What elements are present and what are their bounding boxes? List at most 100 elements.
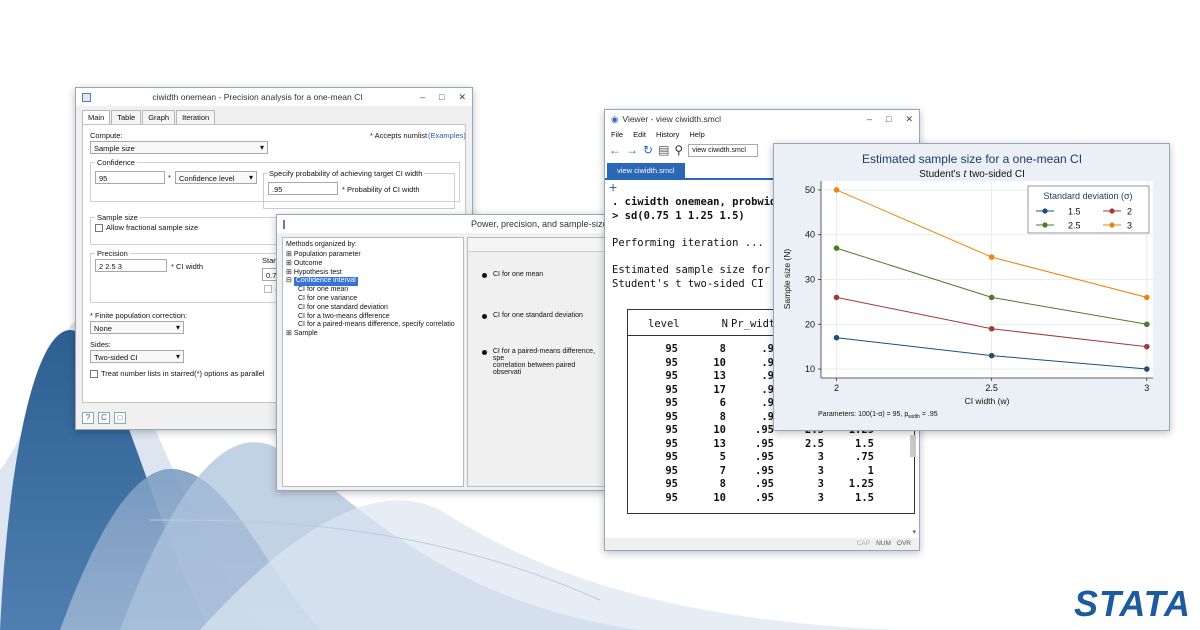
confidence-level-select[interactable]: Confidence level <box>175 171 257 184</box>
tree-node[interactable]: ⊞ Outcome <box>286 260 460 269</box>
chart-subtitle: Student's t two-sided CI <box>919 169 1025 180</box>
minimize-icon[interactable]: – <box>420 92 425 103</box>
table-cell: .9 <box>761 343 774 355</box>
compute-select[interactable]: Sample size <box>90 141 268 154</box>
search-icon[interactable]: ⚲ <box>674 143 683 157</box>
scroll-down-icon[interactable]: ▾ <box>912 528 916 536</box>
option-label: correlation between paired observati <box>492 362 576 376</box>
option-ci-paired[interactable]: CI for a paired-means difference, spe co… <box>482 348 604 376</box>
tree-node-label: Outcome <box>293 259 323 267</box>
compute-label: Compute: <box>90 131 123 140</box>
tab-graph[interactable]: Graph <box>142 110 176 124</box>
tree-node[interactable]: CI for a paired-means difference, specif… <box>286 321 460 330</box>
table-cell: .95 <box>755 464 774 477</box>
iteration-text: Performing iteration ... <box>612 237 764 249</box>
chart-svg: Estimated sample size for a one-mean CI … <box>782 152 1153 420</box>
table-cell: 2.5 <box>805 437 824 450</box>
url-input[interactable]: view ciwidth.smcl <box>688 143 759 157</box>
option-label: CI for one standard deviation <box>493 312 583 319</box>
fpc-select[interactable]: None <box>90 321 184 334</box>
confidence-input[interactable]: 95 <box>95 171 165 184</box>
print-icon[interactable]: ▤ <box>658 143 669 157</box>
legend-swatch-marker <box>1109 208 1115 214</box>
confidence-group-label: Confidence <box>95 158 137 167</box>
tree-node-label: Sample <box>293 330 318 338</box>
tab-iteration[interactable]: Iteration <box>176 110 216 124</box>
forward-arrow-icon[interactable]: → <box>626 143 638 157</box>
status-ovr: OVR <box>896 540 911 547</box>
stage: ciwidth onemean - Precision analysis for… <box>0 0 1200 630</box>
sides-select[interactable]: Two-sided CI <box>90 350 184 363</box>
precision-input[interactable]: 2 2.5 3 <box>95 259 167 272</box>
legend-title: Standard deviation (σ) <box>1043 191 1132 201</box>
table-cell: 8 <box>719 343 726 355</box>
app-icon <box>283 219 285 229</box>
back-arrow-icon[interactable]: ← <box>609 143 621 157</box>
expand-icon[interactable]: ⊞ <box>286 251 294 258</box>
table-cell: .9 <box>761 383 774 396</box>
tree-node[interactable]: ⊞ Sample <box>286 330 460 339</box>
reset-icon[interactable]: C <box>98 412 110 424</box>
tab-main[interactable]: Main <box>82 110 111 124</box>
graph-window: Estimated sample size for a one-mean CI … <box>773 143 1170 431</box>
table-cell: 95 <box>665 451 678 463</box>
methods-tree: Methods organized by: ⊞ Population param… <box>282 237 464 487</box>
precision-group-label: Precision <box>95 249 130 258</box>
viewer-titlebar: ◉ Viewer - view ciwidth.smcl – □ ✕ <box>605 110 919 128</box>
checkbox-icon <box>95 223 103 232</box>
probability-input[interactable]: .95 <box>268 182 338 195</box>
tree-node[interactable]: ⊞ Population parameter <box>286 251 460 260</box>
table-cell: 10 <box>713 356 726 369</box>
window-controls: – □ ✕ <box>867 114 913 125</box>
tree-node[interactable]: ⊟ Confidence interval <box>286 277 460 287</box>
tree-node[interactable]: CI for one standard deviation <box>286 304 460 313</box>
help-icon[interactable]: ? <box>82 412 94 424</box>
pss-titlebar: Power, precision, and sample-size <box>277 215 608 233</box>
tree-node[interactable]: CI for one mean <box>286 286 460 295</box>
menu-history[interactable]: History <box>656 130 679 139</box>
table-cell: 17 <box>713 383 726 396</box>
tree-node-label: CI for a two-means difference <box>298 312 390 320</box>
option-ci-one-sd[interactable]: CI for one standard deviation <box>482 312 583 319</box>
tab-table[interactable]: Table <box>111 110 142 124</box>
close-icon[interactable]: ✕ <box>905 114 913 125</box>
minimize-icon[interactable]: – <box>867 114 872 125</box>
examples-link[interactable]: (Examples) <box>428 131 466 140</box>
menu-file[interactable]: File <box>611 130 623 139</box>
expand-icon[interactable]: ⊞ <box>286 260 294 267</box>
dialog-bottombar: ? C □ <box>82 412 126 424</box>
table-cell: 95 <box>665 343 678 355</box>
maximize-icon[interactable]: □ <box>886 114 891 125</box>
parallel-checkbox[interactable]: Treat number lists in starred(*) options… <box>90 369 265 378</box>
table-cell: 95 <box>665 410 678 423</box>
expand-icon[interactable]: ⊞ <box>286 330 294 337</box>
collapse-icon[interactable]: ⊟ <box>286 277 294 284</box>
chart-subtitle-t: t <box>964 169 968 180</box>
table-cell: 1.25 <box>848 478 874 490</box>
scrollbar-thumb[interactable] <box>910 435 916 457</box>
fpc-label: * Finite population correction: <box>90 311 188 320</box>
close-icon[interactable]: ✕ <box>458 92 466 103</box>
table-cell: .95 <box>755 424 774 436</box>
data-point <box>833 334 840 341</box>
refresh-icon[interactable]: ↻ <box>643 143 653 157</box>
viewer-title: Viewer - view ciwidth.smcl <box>622 114 721 124</box>
table-cell: 1.5 <box>855 437 874 450</box>
sample-size-group-label: Sample size <box>95 213 140 222</box>
table-cell: 95 <box>665 397 678 409</box>
copy-icon[interactable]: □ <box>114 412 126 424</box>
tree-node[interactable]: ⊞ Hypothesis test <box>286 269 460 278</box>
menu-help[interactable]: Help <box>689 130 704 139</box>
allow-fractional-checkbox[interactable]: Allow fractional sample size <box>95 223 198 232</box>
maximize-icon[interactable]: □ <box>439 92 444 103</box>
chart-note-text: Parameters: 100(1-α) = 95, pwidth = .95 <box>818 411 938 420</box>
pss-control-panel: Power, precision, and sample-size Method… <box>276 214 608 491</box>
viewer-tab[interactable]: view ciwidth.smcl <box>607 163 685 178</box>
tree-node-label: CI for one mean <box>298 286 349 294</box>
table-cell: 95 <box>665 437 678 450</box>
tree-node[interactable]: CI for a two-means difference <box>286 313 460 322</box>
menu-edit[interactable]: Edit <box>633 130 646 139</box>
tree-node[interactable]: CI for one variance <box>286 295 460 304</box>
expand-icon[interactable]: ⊞ <box>286 269 294 276</box>
option-ci-one-mean[interactable]: CI for one mean <box>482 271 543 278</box>
